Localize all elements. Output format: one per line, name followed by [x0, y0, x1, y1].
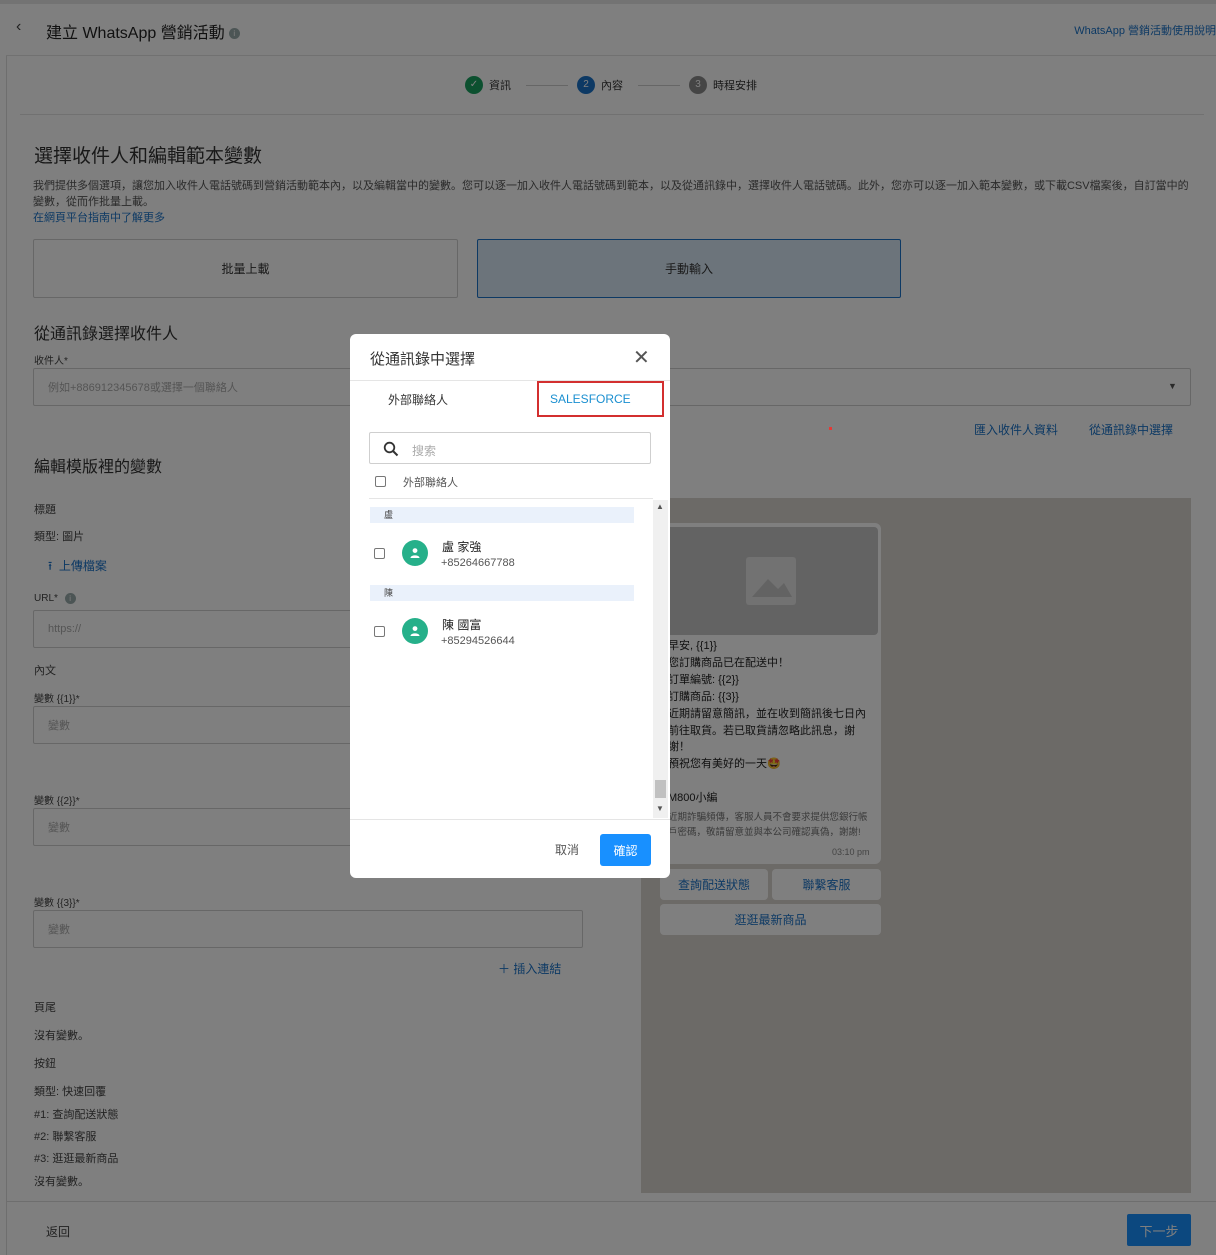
- search-placeholder: 搜索: [412, 444, 437, 458]
- avatar: [402, 618, 428, 644]
- modal-footer-divider: [350, 819, 670, 820]
- confirm-button[interactable]: 確認: [600, 834, 651, 866]
- list-divider: [369, 498, 653, 499]
- cancel-button[interactable]: 取消: [555, 841, 579, 858]
- scroll-up-icon[interactable]: ▲: [656, 502, 664, 511]
- contact-phone: +85264667788: [441, 557, 515, 569]
- close-icon[interactable]: ✕: [633, 348, 650, 368]
- scroll-down-icon[interactable]: ▼: [656, 804, 664, 813]
- group-header: 盧: [370, 507, 634, 523]
- contact-name[interactable]: 陳 國富: [442, 616, 481, 633]
- scrollbar-thumb[interactable]: [655, 780, 666, 798]
- search-input[interactable]: 搜索: [369, 432, 651, 464]
- contact-picker-modal: 從通訊錄中選擇 ✕ 外部聯絡人 SALESFORCE 搜索 外部聯絡人 盧 盧 …: [350, 334, 670, 878]
- tab-external-contacts[interactable]: 外部聯絡人: [388, 391, 448, 408]
- select-all-checkbox[interactable]: [375, 476, 386, 487]
- marker-dot: [829, 427, 832, 430]
- contact-checkbox[interactable]: [374, 548, 385, 559]
- contact-checkbox[interactable]: [374, 626, 385, 637]
- contact-name[interactable]: 盧 家強: [442, 538, 481, 555]
- tab-salesforce[interactable]: SALESFORCE: [537, 381, 664, 417]
- modal-title: 從通訊錄中選擇: [370, 351, 476, 368]
- group-header: 陳: [370, 585, 634, 601]
- person-icon: [410, 548, 420, 558]
- avatar: [402, 540, 428, 566]
- select-all-label: 外部聯絡人: [403, 477, 458, 489]
- scrollbar[interactable]: [653, 500, 668, 818]
- person-icon: [410, 626, 420, 636]
- contact-phone: +85294526644: [441, 635, 515, 647]
- search-icon: [383, 441, 399, 457]
